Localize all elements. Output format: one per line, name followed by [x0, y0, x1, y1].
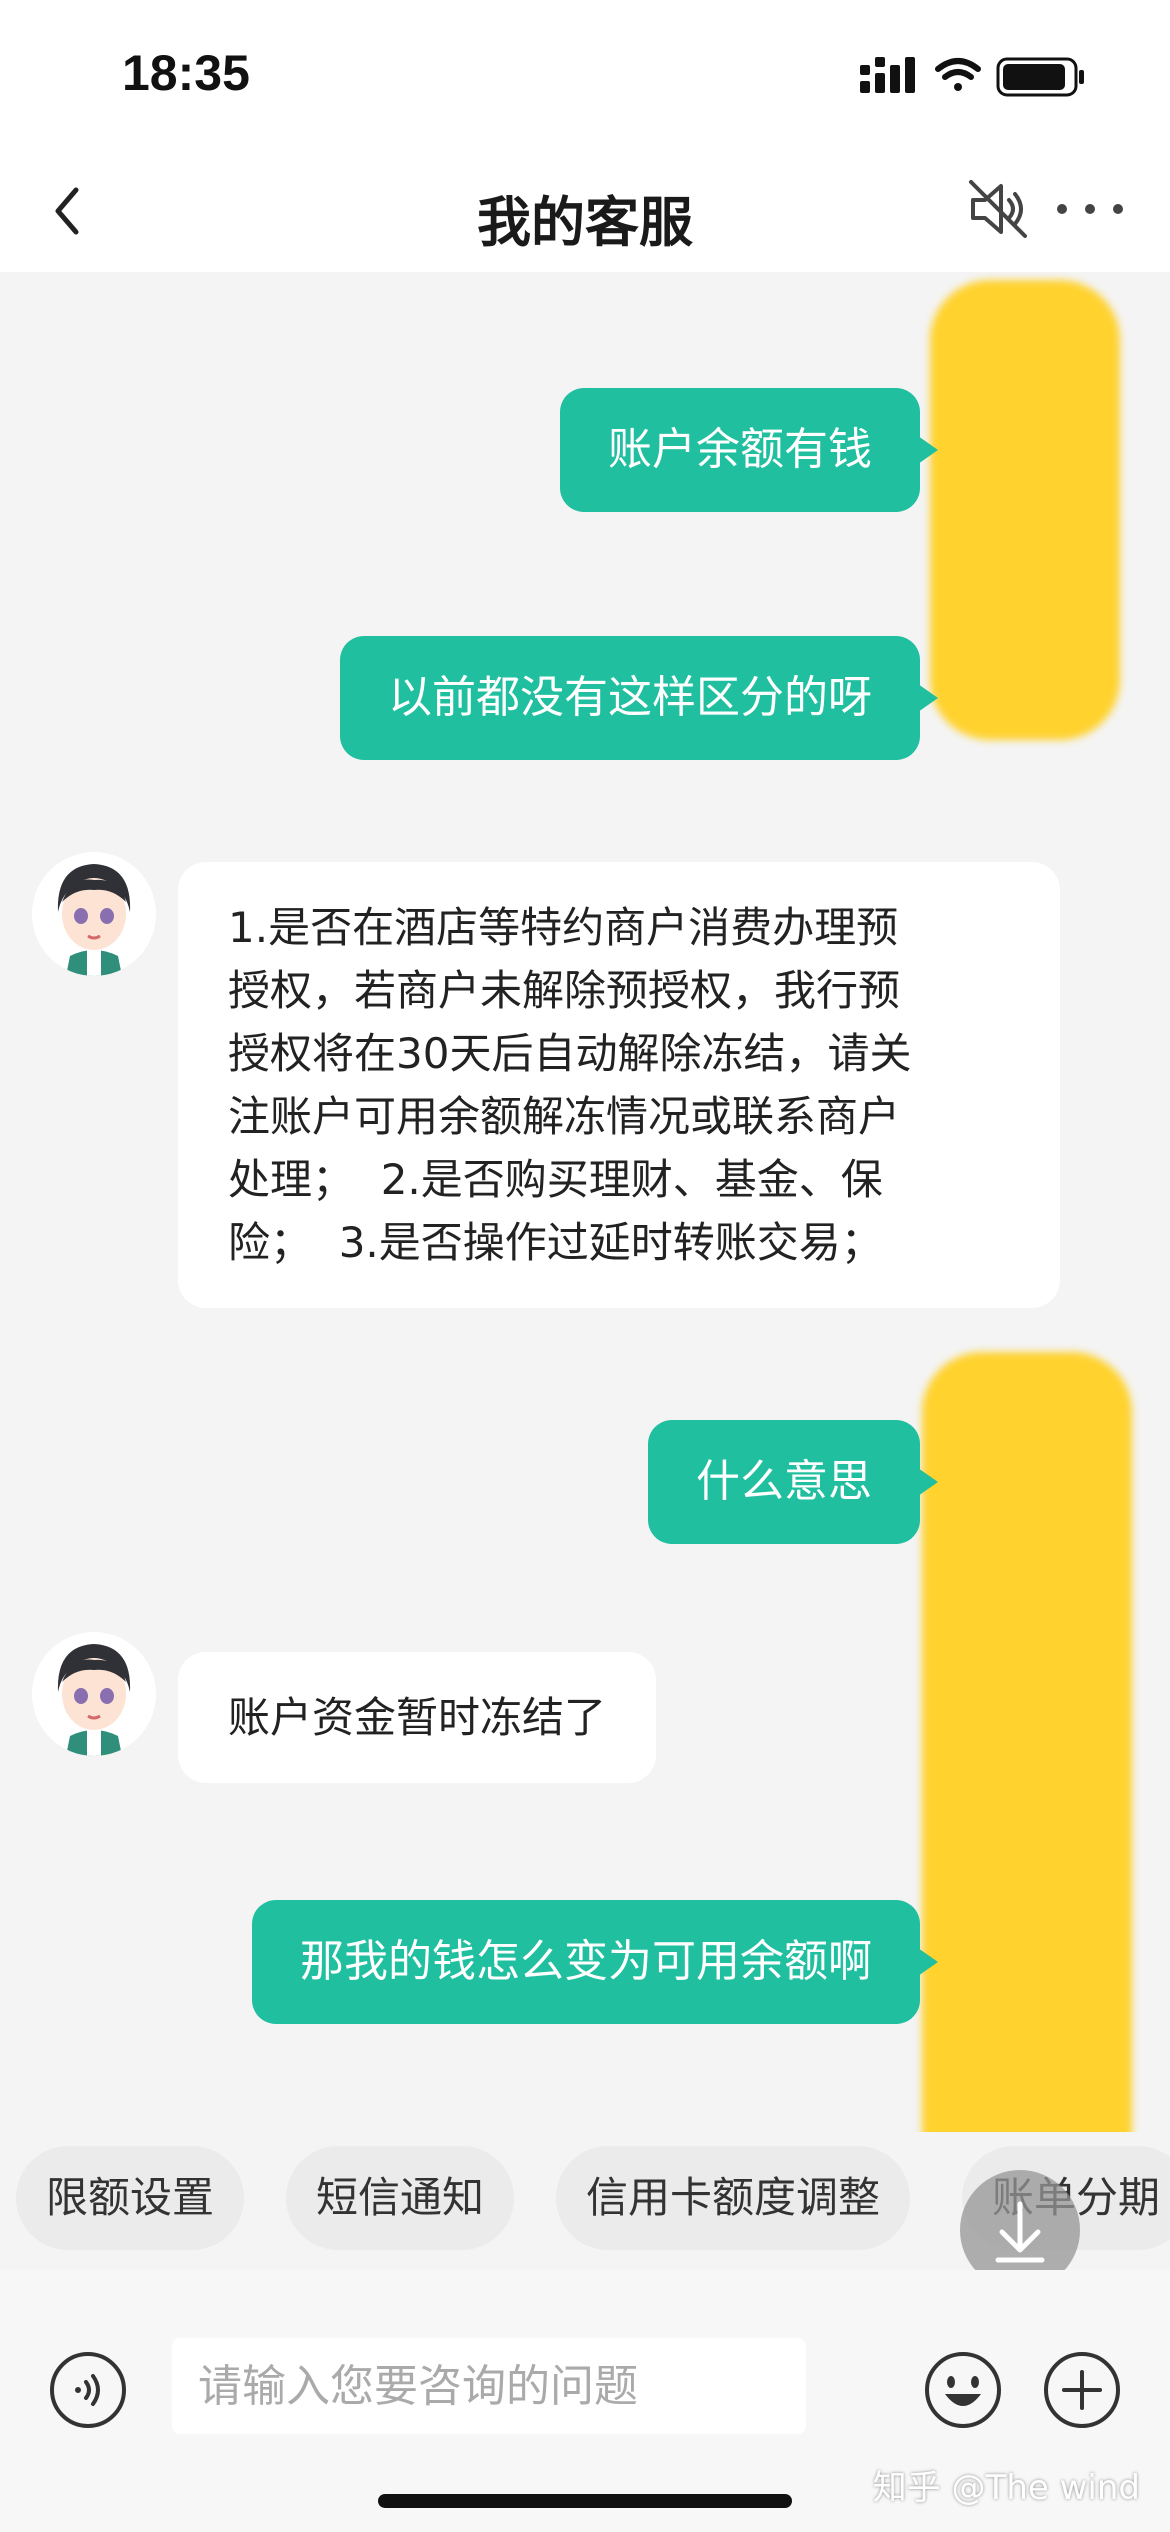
- watermark: 知乎 @The wind: [872, 2468, 1140, 2508]
- voice-input-icon[interactable]: [48, 2350, 128, 2430]
- chat-area[interactable]: 账户余额有钱 以前都没有这样区分的呀 1.是否在酒店等特约商户消费办理预 授权，…: [0, 272, 1170, 2132]
- message-line: 注账户可用余额解冻情况或联系商户: [228, 1092, 901, 1141]
- agent-avatar-icon: [32, 1632, 156, 1756]
- status-icons: [860, 57, 1084, 97]
- agent-message-bubble: 1.是否在酒店等特约商户消费办理预 授权，若商户未解除预授权，我行预 授权将在3…: [178, 862, 1060, 1308]
- message-input[interactable]: [172, 2338, 806, 2434]
- message-line: 1.是否在酒店等特约商户消费办理预: [228, 903, 899, 952]
- signal-icon: [860, 57, 915, 93]
- plus-icon[interactable]: [1042, 2350, 1122, 2430]
- message-line: 险； 3.是否操作过延时转账交易；: [228, 1218, 883, 1267]
- user-message-bubble: 以前都没有这样区分的呀: [340, 636, 938, 760]
- quick-reply-chip[interactable]: 信用卡额度调整: [556, 2146, 911, 2250]
- agent-message-bubble: 账户资金暂时冻结了: [178, 1652, 657, 1783]
- quick-reply-chip[interactable]: 限额设置: [16, 2146, 245, 2250]
- redacted-avatar-area: [930, 280, 1120, 740]
- message-text: 什么意思: [696, 1456, 872, 1507]
- user-message-bubble: 账户余额有钱: [560, 388, 938, 512]
- message-line: 授权，若商户未解除预授权，我行预: [228, 966, 901, 1015]
- wifi-icon: [935, 58, 981, 91]
- agent-avatar-icon: [32, 852, 156, 976]
- message-text: 账户资金暂时冻结了: [228, 1693, 607, 1742]
- emoji-icon[interactable]: [923, 2350, 1003, 2430]
- message-text: 以前都没有这样区分的呀: [388, 672, 872, 723]
- quick-reply-chip[interactable]: 短信通知: [286, 2146, 515, 2250]
- user-message-bubble: 什么意思: [648, 1420, 938, 1544]
- status-bar: 18:35: [0, 0, 1170, 150]
- battery-icon: [996, 57, 1084, 97]
- redacted-avatar-area: [922, 1352, 1132, 2132]
- speaker-muted-icon[interactable]: [965, 176, 1031, 242]
- agent-avatar: [32, 1632, 156, 1756]
- message-line: 授权将在30天后自动解除冻结，请关: [228, 1029, 912, 1078]
- message-line: 处理； 2.是否购买理财、基金、保: [228, 1155, 883, 1204]
- home-indicator: [378, 2494, 792, 2508]
- message-text: 那我的钱怎么变为可用余额啊: [300, 1936, 872, 1987]
- agent-avatar: [32, 852, 156, 976]
- message-text: 账户余额有钱: [608, 424, 872, 475]
- status-time: 18:35: [122, 45, 250, 101]
- nav-bar: 我的客服: [0, 150, 1170, 272]
- user-message-bubble: 那我的钱怎么变为可用余额啊: [252, 1900, 938, 2024]
- more-options-icon[interactable]: [1050, 176, 1130, 242]
